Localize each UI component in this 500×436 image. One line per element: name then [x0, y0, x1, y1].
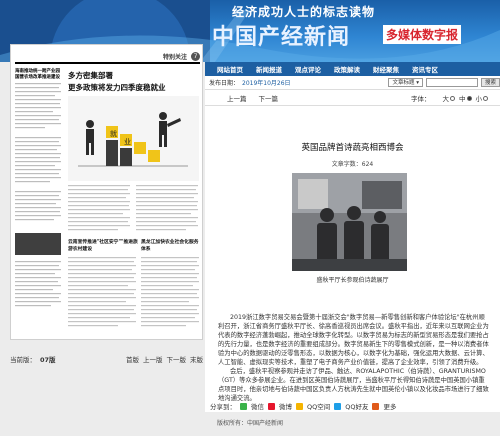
section-name: 特别关注: [162, 53, 187, 61]
brand-subtitle: 多媒体数字报: [383, 25, 462, 44]
font-size-small[interactable]: 小: [475, 93, 488, 103]
current-page-label: 当前版：: [10, 356, 36, 364]
share-qq[interactable]: QQ好友: [345, 401, 368, 411]
nav-item-finance[interactable]: 财经聚焦: [373, 64, 399, 74]
radio-icon: [483, 96, 488, 101]
next-page-link[interactable]: 下一版: [167, 354, 187, 364]
nav-item-info[interactable]: 资讯专区: [412, 64, 438, 74]
article-panel: 发布日期： 2019年10月26日 文章标题 ▾ 搜索 上一篇 下一篇 字体： …: [205, 76, 500, 412]
font-size-small-label: 小: [475, 94, 483, 103]
main-nav: 网站首页 新闻报道 观点评论 政策解读 财经聚焦 资讯专区: [205, 62, 500, 76]
share-bar: 分享到： 微信 微博 QQ空间 QQ好友 更多: [210, 400, 500, 412]
prev-article-link[interactable]: 上一篇: [227, 93, 247, 103]
side-column: 海南推动统一跨产业园国营农场改革推进建设: [15, 68, 63, 313]
lead-illustration: 就 业: [68, 96, 199, 181]
svg-text:业: 业: [124, 137, 131, 146]
share-qzone[interactable]: QQ空间: [307, 401, 330, 411]
sub-headline-1: 云南宣传推进"社区安宁""推进旅游农村建设: [68, 240, 138, 252]
date-value[interactable]: 2019年10月26日: [242, 78, 291, 87]
search-button[interactable]: 搜索: [480, 78, 500, 87]
side-column-text: [15, 83, 61, 307]
more-icon[interactable]: [372, 402, 380, 410]
article-paragraph-2: 会后，盛秋平视察参观并走访了伊品、触达、ROYALAPOTHIC（伯诗蔬）、GR…: [218, 368, 489, 402]
page-navigation: 当前版： 07版 首版 上一版 下一版 末版: [10, 352, 203, 366]
date-label: 发布日期：: [209, 80, 240, 87]
nav-item-home[interactable]: 网站首页: [217, 64, 243, 74]
article-photo[interactable]: [292, 173, 407, 271]
font-size-mid-label: 中: [459, 94, 466, 103]
newspaper-page-thumbnail[interactable]: 特别关注 7 海南推动统一跨产业园国营农场改革推进建设 多方密集部署 更多政策将…: [10, 44, 203, 340]
radio-selected-icon: [466, 96, 472, 101]
share-weibo[interactable]: 微博: [279, 401, 292, 411]
font-size-big-label: 大: [442, 94, 450, 103]
footer-copyright: 版权所有：中国产经新闻: [0, 412, 500, 436]
share-wechat[interactable]: 微信: [251, 401, 264, 411]
article-body: 2019浙江数字贸易交易会暨第十届浙交会"数字贸易—新零售创新和客户体验论坛"在…: [218, 313, 490, 403]
bottom-columns-text: [68, 257, 199, 327]
lead-headline-2: 更多政策将发力四季度稳就业: [68, 83, 166, 92]
article-paragraph-1: 2019浙江数字贸易交易会暨第十届浙交会"数字贸易—新零售创新和客户体验论坛"在…: [218, 314, 489, 366]
search-field-select-value: 文章标题: [392, 80, 415, 86]
lead-headline-1: 多方密集部署: [68, 71, 113, 80]
qq-icon[interactable]: [334, 402, 342, 410]
article-word-count: 文章字数：624: [331, 161, 374, 168]
font-size-big[interactable]: 大: [442, 93, 455, 103]
share-more[interactable]: 更多: [383, 401, 396, 411]
svg-text:就: 就: [110, 129, 117, 138]
font-size-label: 字体：: [411, 94, 431, 103]
font-size-mid[interactable]: 中: [459, 93, 472, 103]
nav-item-news[interactable]: 新闻报道: [256, 64, 282, 74]
banner-slogan: 经济成功人士的标志读物: [232, 5, 376, 19]
sub-headline-2: 黑龙江加快农业社会化服务体系: [141, 240, 199, 252]
photo-caption: 盛秋平厅长参观伯诗蔬展厅: [316, 277, 389, 284]
first-page-link[interactable]: 首版: [126, 354, 139, 364]
prev-page-link[interactable]: 上一版: [143, 354, 163, 364]
search-field-select[interactable]: 文章标题 ▾: [388, 78, 423, 87]
radio-icon: [450, 96, 455, 101]
article-pager: 上一篇 下一篇 字体： 大 中 小: [205, 90, 500, 106]
weibo-icon[interactable]: [268, 402, 275, 410]
toolbar: 发布日期： 2019年10月26日 文章标题 ▾ 搜索: [205, 76, 500, 90]
last-page-link[interactable]: 末版: [190, 354, 203, 364]
page-number-badge: 7: [191, 51, 200, 61]
article-title: 英国品牌首诗蔬亮相西博会: [301, 143, 404, 153]
share-label: 分享到：: [210, 403, 236, 411]
qzone-icon[interactable]: [296, 402, 303, 410]
nav-item-policy[interactable]: 政策解读: [334, 64, 360, 74]
search-input[interactable]: [425, 78, 478, 87]
next-article-link[interactable]: 下一篇: [259, 93, 279, 103]
side-column-title: 海南推动统一跨产业园国营农场改革推进建设: [15, 69, 60, 80]
page-header: 特别关注 7: [15, 50, 200, 64]
wechat-icon[interactable]: [240, 402, 247, 410]
brand-title[interactable]: 中国产经新闻: [212, 19, 350, 51]
current-page-value: 07版: [40, 356, 56, 364]
nav-item-opinion[interactable]: 观点评论: [295, 64, 321, 74]
